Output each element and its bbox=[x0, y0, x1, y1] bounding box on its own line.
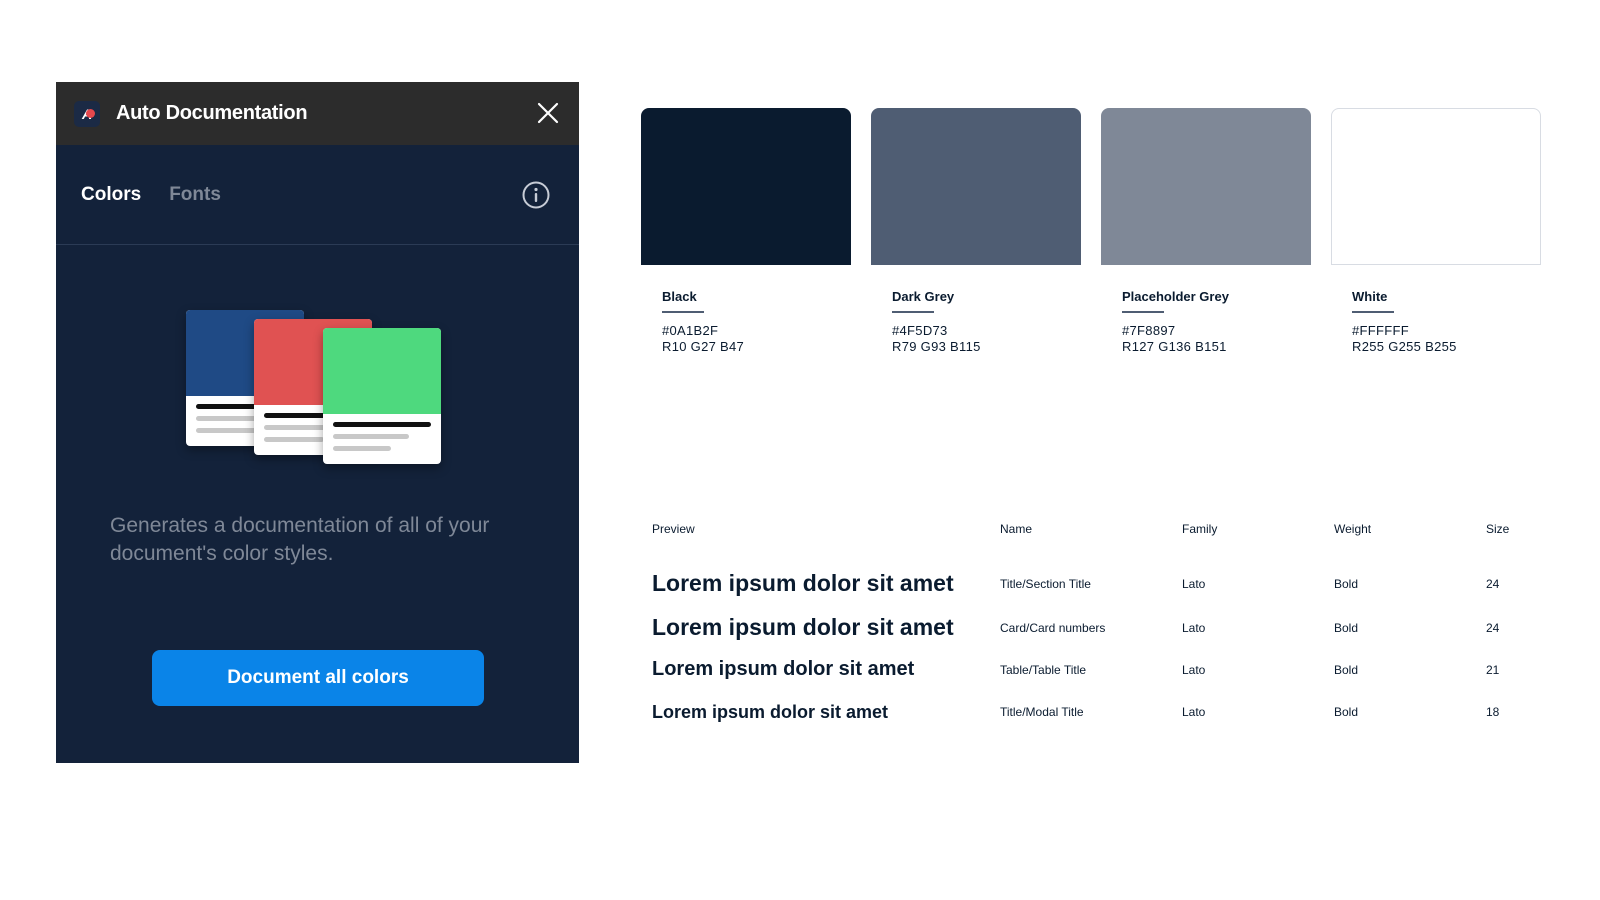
font-weight: Bold bbox=[1334, 705, 1359, 719]
font-name: Table/Table Title bbox=[1000, 663, 1087, 677]
panel-description: Generates a documentation of all of your… bbox=[110, 514, 490, 565]
swatch-dark-grey: Dark Grey #4F5D73 R79 G93 B115 bbox=[871, 108, 1081, 355]
swatch-name: Placeholder Grey bbox=[1122, 289, 1229, 304]
header-preview: Preview bbox=[652, 522, 695, 536]
swatch-hex: #0A1B2F bbox=[662, 323, 719, 338]
color-cards-illustration bbox=[186, 310, 456, 480]
font-weight: Bold bbox=[1334, 663, 1359, 677]
panel-title: Auto Documentation bbox=[116, 102, 308, 124]
font-preview: Lorem ipsum dolor sit amet bbox=[652, 702, 889, 722]
font-size: 21 bbox=[1486, 663, 1500, 677]
swatch-hex: #FFFFFF bbox=[1352, 323, 1409, 338]
swatch-chip bbox=[871, 108, 1081, 265]
swatch-white: White #FFFFFF R255 G255 B255 bbox=[1331, 108, 1541, 355]
swatch-hex: #7F8897 bbox=[1122, 323, 1176, 338]
swatch-chip bbox=[1101, 108, 1311, 265]
tab-fonts[interactable]: Fonts bbox=[169, 184, 221, 206]
table-row: Lorem ipsum dolor sit amet Card/Card num… bbox=[652, 614, 1552, 644]
table-row: Lorem ipsum dolor sit amet Table/Table T… bbox=[652, 658, 1552, 684]
swatch-placeholder-grey: Placeholder Grey #7F8897 R127 G136 B151 bbox=[1101, 108, 1311, 355]
document-all-colors-button[interactable]: Document all colors bbox=[152, 650, 484, 706]
header-size: Size bbox=[1486, 522, 1510, 536]
swatch-name: White bbox=[1352, 289, 1388, 304]
color-swatches: Black #0A1B2F R10 G27 B47 Dark Grey #4F5… bbox=[641, 108, 1541, 358]
font-family: Lato bbox=[1182, 577, 1206, 591]
font-family: Lato bbox=[1182, 663, 1206, 677]
table-row: Lorem ipsum dolor sit amet Title/Modal T… bbox=[652, 702, 1552, 724]
swatch-name: Black bbox=[662, 289, 697, 304]
font-family: Lato bbox=[1182, 621, 1206, 635]
swatch-chip bbox=[1331, 108, 1541, 265]
swatch-rgb: R79 G93 B115 bbox=[892, 339, 981, 354]
font-size: 18 bbox=[1486, 705, 1500, 719]
illustration-card-green bbox=[323, 328, 441, 464]
table-row: Lorem ipsum dolor sit amet Title/Section… bbox=[652, 570, 1552, 600]
font-name: Card/Card numbers bbox=[1000, 621, 1106, 635]
header-name: Name bbox=[1000, 522, 1033, 536]
swatch-rgb: R255 G255 B255 bbox=[1352, 339, 1457, 354]
font-weight: Bold bbox=[1334, 621, 1359, 635]
header-weight: Weight bbox=[1334, 522, 1372, 536]
font-preview: Lorem ipsum dolor sit amet bbox=[652, 614, 954, 640]
swatch-chip bbox=[641, 108, 851, 265]
swatch-hex: #4F5D73 bbox=[892, 323, 948, 338]
font-name: Title/Modal Title bbox=[1000, 705, 1084, 719]
font-weight: Bold bbox=[1334, 577, 1359, 591]
font-size: 24 bbox=[1486, 621, 1500, 635]
swatch-black: Black #0A1B2F R10 G27 B47 bbox=[641, 108, 851, 355]
font-family: Lato bbox=[1182, 705, 1206, 719]
swatch-rgb: R10 G27 B47 bbox=[662, 339, 745, 354]
plugin-panel: A Auto Documentation Colors Fonts bbox=[56, 82, 579, 763]
font-size: 24 bbox=[1486, 577, 1500, 591]
close-icon[interactable] bbox=[535, 100, 561, 126]
info-icon[interactable] bbox=[521, 180, 551, 210]
swatch-rgb: R127 G136 B151 bbox=[1122, 339, 1227, 354]
font-preview: Lorem ipsum dolor sit amet bbox=[652, 658, 915, 680]
tab-colors[interactable]: Colors bbox=[81, 184, 141, 206]
swatch-name: Dark Grey bbox=[892, 289, 955, 304]
app-logo-icon: A bbox=[74, 100, 100, 127]
font-name: Title/Section Title bbox=[1000, 577, 1091, 591]
font-preview: Lorem ipsum dolor sit amet bbox=[652, 570, 954, 596]
header-family: Family bbox=[1182, 522, 1218, 536]
tab-bar: Colors Fonts bbox=[56, 145, 579, 245]
panel-header: A Auto Documentation bbox=[56, 82, 579, 145]
